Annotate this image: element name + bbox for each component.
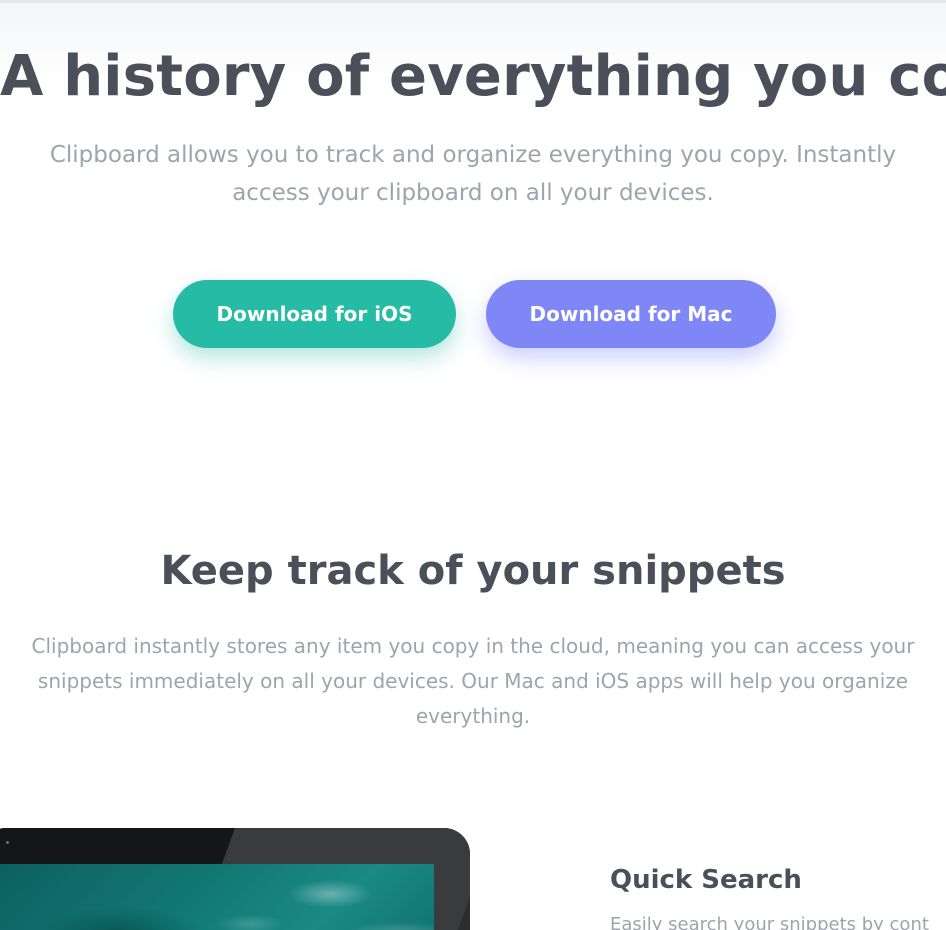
device-camera-dot: [6, 841, 9, 844]
snippets-section-text: Clipboard instantly stores any item you …: [31, 634, 915, 728]
quick-search-text: Easily search your snippets by cont: [610, 914, 929, 930]
quick-search-title: Quick Search: [610, 865, 802, 895]
ocean-wallpaper-image: [0, 864, 434, 930]
computer-mockup-image: [0, 828, 470, 930]
snippets-section-title: Keep track of your snippets: [160, 548, 786, 594]
hero-subtitle: Clipboard allows you to track and organi…: [49, 142, 897, 206]
landing-page: A history of everything you copy Clipboa…: [0, 0, 946, 930]
hero-title: A history of everything you copy: [0, 44, 946, 109]
download-ios-button[interactable]: Download for iOS: [173, 280, 456, 348]
download-mac-button[interactable]: Download for Mac: [486, 280, 776, 348]
